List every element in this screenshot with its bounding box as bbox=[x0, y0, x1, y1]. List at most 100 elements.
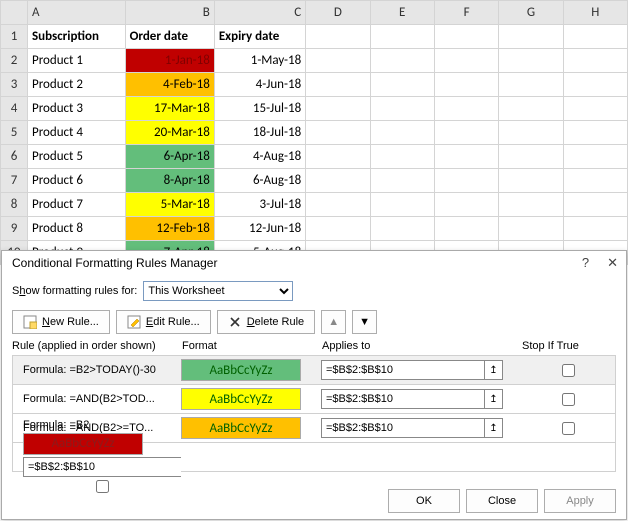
cell[interactable] bbox=[434, 145, 498, 169]
stop-if-true-checkbox[interactable] bbox=[562, 364, 575, 377]
ok-button[interactable]: OK bbox=[388, 489, 460, 513]
col-header[interactable]: G bbox=[499, 1, 563, 25]
range-field[interactable] bbox=[322, 361, 484, 379]
cell[interactable]: Product 3 bbox=[27, 97, 125, 121]
cell[interactable] bbox=[563, 217, 627, 241]
delete-rule-button[interactable]: Delete Rule bbox=[217, 310, 316, 334]
cell[interactable]: 8-Apr-18 bbox=[125, 169, 214, 193]
row-header[interactable]: 7 bbox=[1, 169, 28, 193]
cell[interactable] bbox=[434, 193, 498, 217]
cell[interactable] bbox=[370, 169, 434, 193]
cell[interactable] bbox=[499, 121, 563, 145]
cell[interactable]: 12-Feb-18 bbox=[125, 217, 214, 241]
range-field[interactable] bbox=[322, 390, 484, 408]
cell[interactable] bbox=[306, 217, 370, 241]
applies-to-input[interactable]: ↥ bbox=[321, 360, 503, 380]
cell[interactable]: Product 7 bbox=[27, 193, 125, 217]
edit-rule-button[interactable]: Edit Rule... bbox=[116, 310, 211, 334]
cell[interactable]: 4-Aug-18 bbox=[214, 145, 305, 169]
cell[interactable] bbox=[370, 97, 434, 121]
scope-select[interactable]: This Worksheet bbox=[143, 281, 293, 301]
move-up-button[interactable]: ▲ bbox=[321, 310, 346, 334]
rule-row[interactable]: Formula: =B2AaBbCcYyZz↥ bbox=[12, 442, 616, 472]
cell[interactable]: 12-Jun-18 bbox=[214, 217, 305, 241]
cell[interactable] bbox=[499, 169, 563, 193]
cell[interactable] bbox=[306, 169, 370, 193]
cell[interactable] bbox=[434, 169, 498, 193]
row-header[interactable]: 8 bbox=[1, 193, 28, 217]
cell[interactable]: Product 4 bbox=[27, 121, 125, 145]
cell[interactable]: 20-Mar-18 bbox=[125, 121, 214, 145]
row-header[interactable]: 6 bbox=[1, 145, 28, 169]
cell[interactable]: 1-Jan-18 bbox=[125, 49, 214, 73]
cell[interactable] bbox=[306, 121, 370, 145]
close-button[interactable]: Close bbox=[466, 489, 538, 513]
cell[interactable]: Order date bbox=[125, 25, 214, 49]
cell[interactable] bbox=[434, 49, 498, 73]
row-header[interactable]: 5 bbox=[1, 121, 28, 145]
cell[interactable]: 3-Jul-18 bbox=[214, 193, 305, 217]
col-header[interactable]: F bbox=[434, 1, 498, 25]
cell[interactable]: Expiry date bbox=[214, 25, 305, 49]
cell[interactable] bbox=[563, 25, 627, 49]
col-header[interactable]: E bbox=[370, 1, 434, 25]
cell[interactable]: 6-Aug-18 bbox=[214, 169, 305, 193]
range-field[interactable] bbox=[322, 419, 484, 437]
cell[interactable] bbox=[434, 97, 498, 121]
cell[interactable] bbox=[499, 49, 563, 73]
range-field[interactable] bbox=[24, 458, 181, 476]
cell[interactable]: Product 5 bbox=[27, 145, 125, 169]
move-down-button[interactable]: ▼ bbox=[352, 310, 377, 334]
row-header[interactable]: 2 bbox=[1, 49, 28, 73]
cell[interactable] bbox=[370, 25, 434, 49]
cell[interactable] bbox=[370, 217, 434, 241]
stop-if-true-checkbox[interactable] bbox=[96, 480, 109, 493]
col-header[interactable]: B bbox=[125, 1, 214, 25]
row-header[interactable]: 4 bbox=[1, 97, 28, 121]
cell[interactable] bbox=[499, 145, 563, 169]
range-picker-icon[interactable]: ↥ bbox=[484, 361, 502, 379]
cell[interactable]: Subscription bbox=[27, 25, 125, 49]
col-header[interactable]: D bbox=[306, 1, 370, 25]
applies-to-input[interactable]: ↥ bbox=[23, 457, 181, 477]
cell[interactable] bbox=[563, 121, 627, 145]
cell[interactable] bbox=[563, 49, 627, 73]
cell[interactable]: Product 8 bbox=[27, 217, 125, 241]
col-header[interactable]: A bbox=[27, 1, 125, 25]
stop-if-true-checkbox[interactable] bbox=[562, 422, 575, 435]
cell[interactable]: Product 6 bbox=[27, 169, 125, 193]
cell[interactable] bbox=[434, 73, 498, 97]
cell[interactable]: Product 2 bbox=[27, 73, 125, 97]
cell[interactable]: 1-May-18 bbox=[214, 49, 305, 73]
row-header[interactable]: 1 bbox=[1, 25, 28, 49]
spreadsheet-grid[interactable]: A B C D E F G H 1SubscriptionOrder dateE… bbox=[0, 0, 628, 265]
rule-row[interactable]: Formula: =AND(B2>TOD...AaBbCcYyZz↥ bbox=[12, 384, 616, 414]
applies-to-input[interactable]: ↥ bbox=[321, 418, 503, 438]
cell[interactable]: 18-Jul-18 bbox=[214, 121, 305, 145]
cell[interactable] bbox=[434, 25, 498, 49]
row-header[interactable]: 3 bbox=[1, 73, 28, 97]
row-header[interactable]: 9 bbox=[1, 217, 28, 241]
cell[interactable] bbox=[499, 193, 563, 217]
cell[interactable]: Product 1 bbox=[27, 49, 125, 73]
range-picker-icon[interactable]: ↥ bbox=[484, 419, 502, 437]
stop-if-true-checkbox[interactable] bbox=[562, 393, 575, 406]
cell[interactable] bbox=[563, 169, 627, 193]
cell[interactable] bbox=[370, 145, 434, 169]
cell[interactable] bbox=[306, 73, 370, 97]
applies-to-input[interactable]: ↥ bbox=[321, 389, 503, 409]
cell[interactable] bbox=[434, 217, 498, 241]
cell[interactable]: 4-Feb-18 bbox=[125, 73, 214, 97]
rule-row[interactable]: Formula: =B2>TODAY()-30AaBbCcYyZz↥ bbox=[12, 355, 616, 385]
col-header[interactable]: C bbox=[214, 1, 305, 25]
cell[interactable] bbox=[370, 49, 434, 73]
cell[interactable]: 15-Jul-18 bbox=[214, 97, 305, 121]
cell[interactable] bbox=[499, 25, 563, 49]
cell[interactable] bbox=[306, 97, 370, 121]
cell[interactable] bbox=[434, 121, 498, 145]
cell[interactable] bbox=[499, 73, 563, 97]
cell[interactable] bbox=[306, 25, 370, 49]
cell[interactable] bbox=[563, 193, 627, 217]
select-all-corner[interactable] bbox=[1, 1, 28, 25]
cell[interactable]: 17-Mar-18 bbox=[125, 97, 214, 121]
